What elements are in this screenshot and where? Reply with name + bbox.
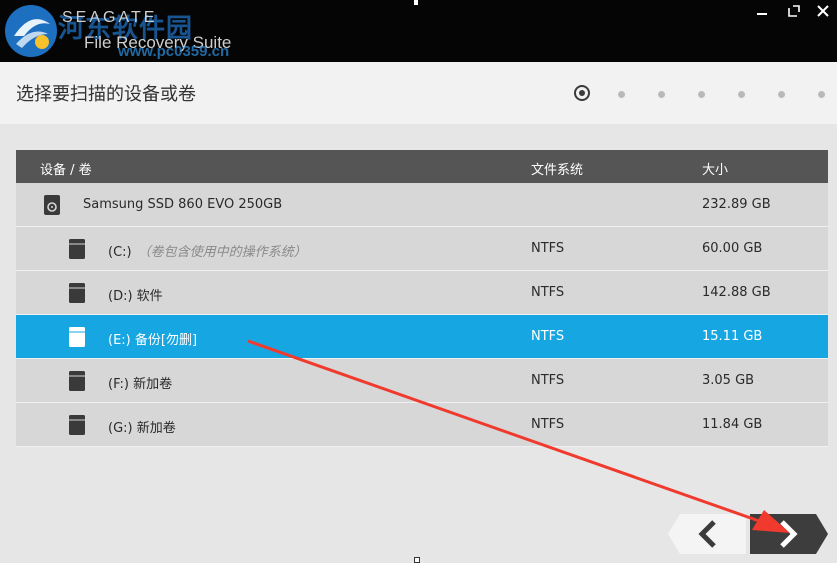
step-dot [618, 91, 625, 98]
table-row[interactable]: (E:) 备份[勿删] NTFS 15.11 GB [16, 315, 828, 359]
table-body: Samsung SSD 860 EVO 250GB 232.89 GB (C:) （卷… [16, 183, 828, 447]
row-name: (C:) （卷包含使用中的操作系统） [108, 245, 307, 260]
row-size: 3.05 GB [702, 373, 755, 388]
volume-icon [69, 371, 85, 391]
row-filesystem: NTFS [531, 417, 565, 432]
next-button[interactable] [750, 514, 828, 554]
maximize-icon[interactable] [784, 4, 806, 18]
volume-icon [69, 327, 85, 347]
row-filesystem: NTFS [531, 329, 565, 344]
seagate-logo-icon [5, 5, 57, 57]
brand-name: SEAGATE [62, 9, 158, 26]
step-dot [818, 91, 825, 98]
back-button[interactable] [668, 514, 746, 554]
top-marker [414, 0, 418, 5]
title-bar: 河东软件园 SEAGATE File Recovery Suite www.pc… [0, 0, 837, 62]
page-title: 选择要扫描的设备或卷 [16, 84, 196, 105]
close-icon[interactable] [814, 4, 836, 18]
row-name: Samsung SSD 860 EVO 250GB [83, 197, 283, 212]
volume-icon [69, 415, 85, 435]
row-size: 15.11 GB [702, 329, 763, 344]
volume-icon [69, 283, 85, 303]
table-header: 设备 / 卷 文件系统 大小 [16, 150, 828, 183]
step-dot [658, 91, 665, 98]
page-header: 选择要扫描的设备或卷 [0, 62, 837, 124]
row-note: （卷包含使用中的操作系统） [137, 245, 307, 260]
row-filesystem: NTFS [531, 285, 565, 300]
row-filesystem: NTFS [531, 373, 565, 388]
disk-icon [44, 195, 60, 215]
row-size: 142.88 GB [702, 285, 771, 300]
cursor-marker [414, 557, 420, 563]
minimize-icon[interactable] [752, 4, 774, 18]
table-row[interactable]: (D:) 软件 NTFS 142.88 GB [16, 271, 828, 315]
row-name: (E:) 备份[勿删] [108, 333, 198, 348]
column-size: 大小 [702, 163, 729, 178]
column-device: 设备 / 卷 [40, 163, 92, 178]
step-dot [778, 91, 785, 98]
row-name: (D:) 软件 [108, 289, 163, 304]
row-size: 11.84 GB [702, 417, 763, 432]
table-row[interactable]: (G:) 新加卷 NTFS 11.84 GB [16, 403, 828, 447]
column-filesystem: 文件系统 [531, 163, 584, 178]
row-filesystem: NTFS [531, 241, 565, 256]
step-dot [738, 91, 745, 98]
step-dot [698, 91, 705, 98]
table-row[interactable]: (C:) （卷包含使用中的操作系统） NTFS 60.00 GB [16, 227, 828, 271]
device-table: 设备 / 卷 文件系统 大小 Samsung SSD 860 EVO 250GB… [16, 150, 828, 447]
row-size: 60.00 GB [702, 241, 763, 256]
table-row[interactable]: (F:) 新加卷 NTFS 3.05 GB [16, 359, 828, 403]
row-size: 232.89 GB [702, 197, 771, 212]
row-name: (G:) 新加卷 [108, 421, 176, 436]
row-name: (F:) 新加卷 [108, 377, 173, 392]
table-row[interactable]: Samsung SSD 860 EVO 250GB 232.89 GB [16, 183, 828, 227]
volume-icon [69, 239, 85, 259]
watermark-url: www.pc0359.cn [118, 43, 230, 60]
step-dot [574, 85, 590, 101]
